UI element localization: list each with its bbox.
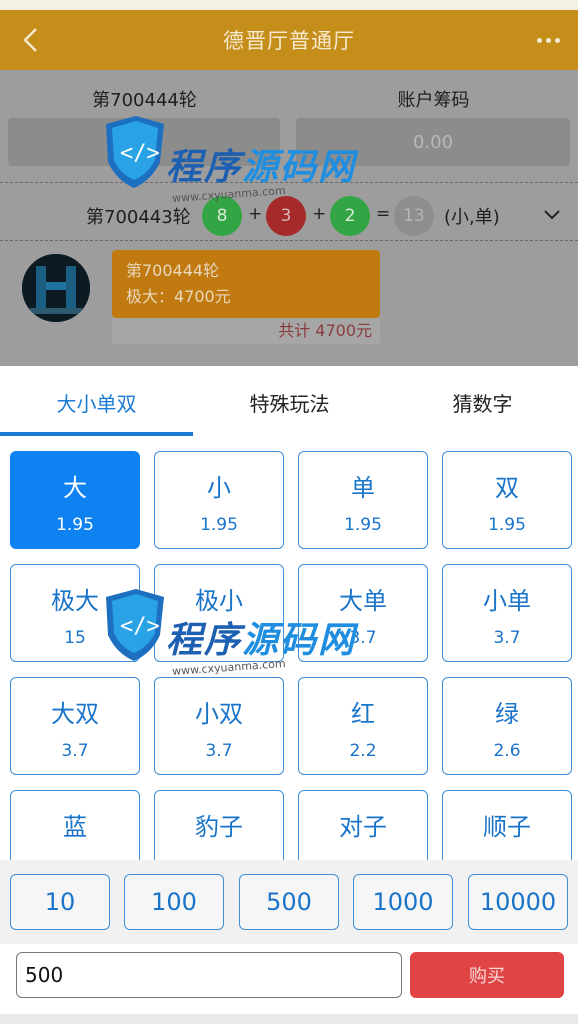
option-extreme-big[interactable]: 极大 15 xyxy=(10,564,140,662)
option-big-even[interactable]: 大双 3.7 xyxy=(10,677,140,775)
tab-special[interactable]: 特殊玩法 xyxy=(193,366,386,438)
option-pair[interactable]: 对子 xyxy=(298,790,428,860)
option-odds: 1.95 xyxy=(200,515,238,535)
divider xyxy=(0,240,578,241)
amount-input[interactable] xyxy=(16,952,402,998)
option-odds: 3.7 xyxy=(61,741,89,761)
bet-bubble: 第700444轮 极大：4700元 xyxy=(112,250,380,318)
option-odds: 1.95 xyxy=(56,515,94,535)
purchase-bar: 购买 xyxy=(0,944,578,1024)
option-straight[interactable]: 顺子 xyxy=(442,790,572,860)
chip-500[interactable]: 500 xyxy=(239,874,339,930)
option-name: 大单 xyxy=(339,587,387,615)
option-odds: 3.7 xyxy=(349,628,377,648)
status-strip xyxy=(0,0,578,10)
option-odds: 2.2 xyxy=(349,741,377,761)
option-green[interactable]: 绿 2.6 xyxy=(442,677,572,775)
option-name: 顺子 xyxy=(483,813,531,841)
option-name: 极小 xyxy=(195,587,243,615)
result-ball-3: 2 xyxy=(330,196,370,236)
countdown-box xyxy=(8,118,280,166)
previous-round-label: 第700443轮 xyxy=(86,207,191,228)
option-odds: 2.6 xyxy=(493,741,521,761)
option-odds: 1.95 xyxy=(344,515,382,535)
option-name: 豹子 xyxy=(195,813,243,841)
home-indicator-bar xyxy=(0,1014,578,1024)
bet-options-grid: 大 1.95 小 1.95 单 1.95 双 1.95 极大 15 极小 大单 3.7 小单… xyxy=(0,438,578,860)
option-small[interactable]: 小 1.95 xyxy=(154,451,284,549)
option-big-odd[interactable]: 大单 3.7 xyxy=(298,564,428,662)
result-ball-1: 8 xyxy=(202,196,242,236)
option-name: 小单 xyxy=(483,587,531,615)
option-name: 蓝 xyxy=(63,813,87,841)
option-name: 双 xyxy=(495,474,519,502)
option-name: 小 xyxy=(207,474,231,502)
more-dots-icon[interactable] xyxy=(530,22,566,58)
chip-10000[interactable]: 10000 xyxy=(468,874,568,930)
option-name: 对子 xyxy=(339,813,387,841)
bet-message: 第700444轮 极大：4700元 共计 4700元 xyxy=(0,250,578,346)
option-odds: 3.7 xyxy=(205,741,233,761)
plus-sign: + xyxy=(248,204,263,224)
tab-guess-number[interactable]: 猜数字 xyxy=(386,366,578,438)
option-red[interactable]: 红 2.2 xyxy=(298,677,428,775)
result-ball-2: 3 xyxy=(266,196,306,236)
option-name: 小双 xyxy=(195,700,243,728)
chip-1000[interactable]: 1000 xyxy=(353,874,453,930)
account-chips-value: 0.00 xyxy=(296,118,570,166)
avatar xyxy=(22,254,90,322)
option-name: 红 xyxy=(351,700,375,728)
option-name: 绿 xyxy=(495,700,519,728)
option-name: 大双 xyxy=(51,700,99,728)
option-even[interactable]: 双 1.95 xyxy=(442,451,572,549)
option-small-even[interactable]: 小双 3.7 xyxy=(154,677,284,775)
chevron-down-icon[interactable] xyxy=(538,200,566,228)
option-odds: 1.95 xyxy=(488,515,526,535)
result-text: (小,单) xyxy=(444,207,500,228)
account-chips-label: 账户筹码 xyxy=(397,90,470,111)
option-odds: 3.7 xyxy=(493,628,521,648)
bet-round: 第700444轮 xyxy=(126,261,220,280)
app-root: 德晋厅普通厅 第700444轮 账户筹码 0.00 第700443轮 8 + 3… xyxy=(0,0,578,1024)
bet-detail: 极大：4700元 xyxy=(126,287,231,306)
chip-100[interactable]: 100 xyxy=(124,874,224,930)
option-blue[interactable]: 蓝 xyxy=(10,790,140,860)
option-leopard[interactable]: 豹子 xyxy=(154,790,284,860)
plus-sign: + xyxy=(312,204,327,224)
option-big[interactable]: 大 1.95 xyxy=(10,451,140,549)
current-round-label: 第700444轮 xyxy=(92,90,197,111)
option-odd[interactable]: 单 1.95 xyxy=(298,451,428,549)
equals-sign: = xyxy=(376,204,391,224)
tab-bar: 大小单双 特殊玩法 猜数字 xyxy=(0,366,578,438)
buy-button[interactable]: 购买 xyxy=(410,952,564,998)
previous-round-row[interactable]: 第700443轮 8 + 3 + 2 = 13 (小,单) xyxy=(0,194,578,238)
tab-underline xyxy=(0,432,193,436)
option-small-odd[interactable]: 小单 3.7 xyxy=(442,564,572,662)
chip-10[interactable]: 10 xyxy=(10,874,110,930)
divider xyxy=(0,182,578,183)
option-extreme-small[interactable]: 极小 xyxy=(154,564,284,662)
page-title: 德晋厅普通厅 xyxy=(223,29,355,53)
option-odds: 15 xyxy=(64,628,86,648)
round-panel: 第700444轮 账户筹码 0.00 第700443轮 8 + 3 + 2 = … xyxy=(0,70,578,366)
bet-total: 共计 4700元 xyxy=(112,318,380,344)
option-name: 单 xyxy=(351,474,375,502)
chevron-left-icon[interactable] xyxy=(14,22,50,58)
chip-selector: 10 100 500 1000 10000 xyxy=(0,860,578,944)
option-name: 大 xyxy=(63,474,87,502)
result-sum: 13 xyxy=(394,196,434,236)
option-name: 极大 xyxy=(51,587,99,615)
tab-big-small-odd-even[interactable]: 大小单双 xyxy=(0,366,193,438)
app-header: 德晋厅普通厅 xyxy=(0,10,578,70)
